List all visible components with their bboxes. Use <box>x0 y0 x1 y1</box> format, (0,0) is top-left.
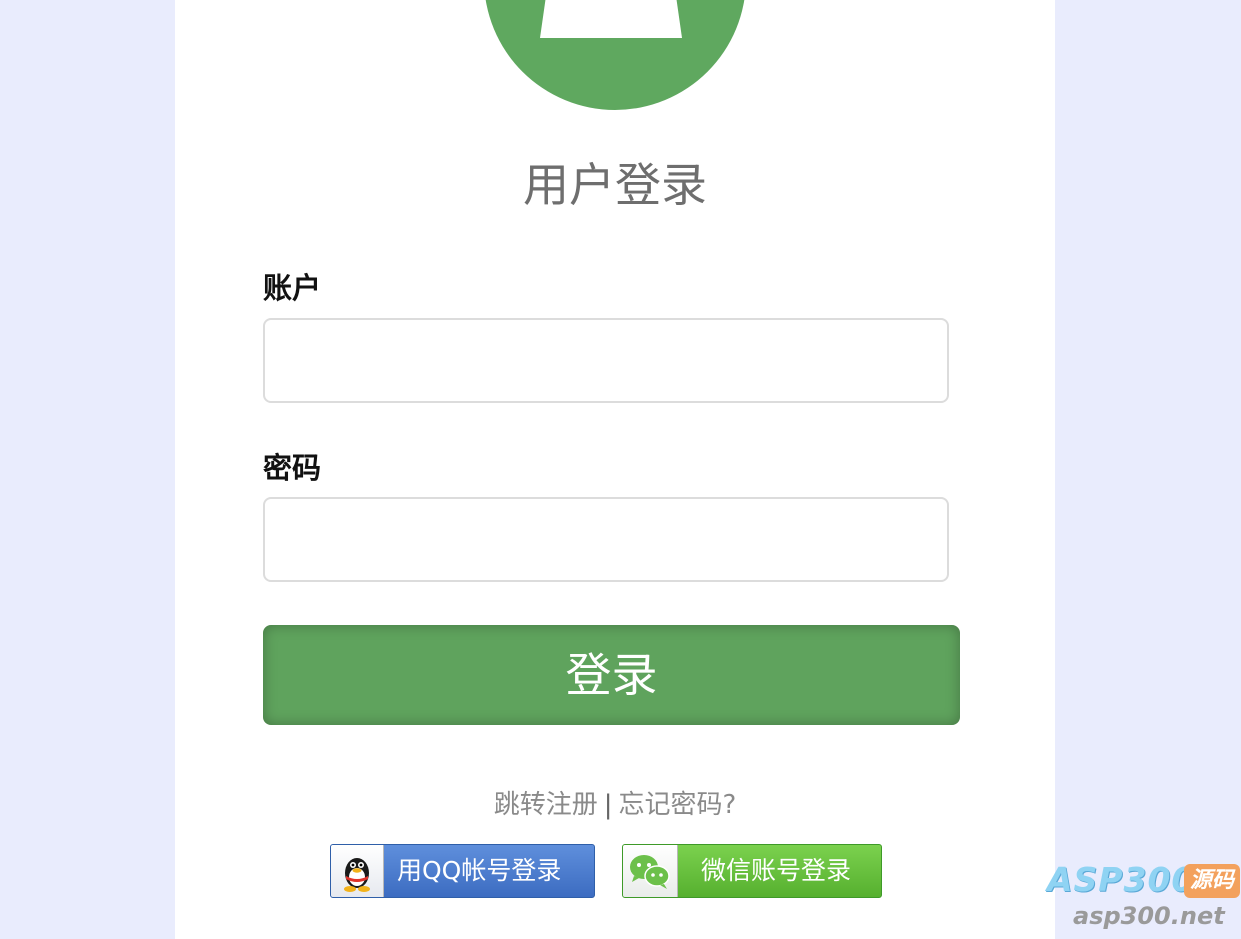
watermark-badge: 源码 <box>1184 864 1240 898</box>
watermark-url: asp300.net <box>1073 902 1225 930</box>
wechat-icon <box>623 845 678 897</box>
qq-login-button[interactable]: 用QQ帐号登录 <box>330 844 595 898</box>
password-label: 密码 <box>263 451 322 485</box>
account-input[interactable] <box>263 318 949 403</box>
links-separator: | <box>603 790 613 820</box>
account-label: 账户 <box>263 271 322 305</box>
password-input[interactable] <box>263 497 949 582</box>
auth-links: 跳转注册 | 忘记密码? <box>175 785 1055 825</box>
page-title: 用户登录 <box>523 158 707 212</box>
forgot-password-link[interactable]: 忘记密码? <box>618 790 736 820</box>
login-button[interactable]: 登录 <box>263 625 960 725</box>
watermark-brand: ASP300 <box>1047 860 1196 899</box>
user-avatar-icon <box>484 0 746 110</box>
register-link[interactable]: 跳转注册 <box>494 790 598 820</box>
watermark-logo: ASP300 源码 asp300.net <box>1045 860 1241 935</box>
wechat-login-button[interactable]: 微信账号登录 <box>622 844 882 898</box>
qq-penguin-icon <box>331 845 384 897</box>
qq-login-label: 用QQ帐号登录 <box>397 856 562 885</box>
wechat-login-label: 微信账号登录 <box>701 856 852 885</box>
